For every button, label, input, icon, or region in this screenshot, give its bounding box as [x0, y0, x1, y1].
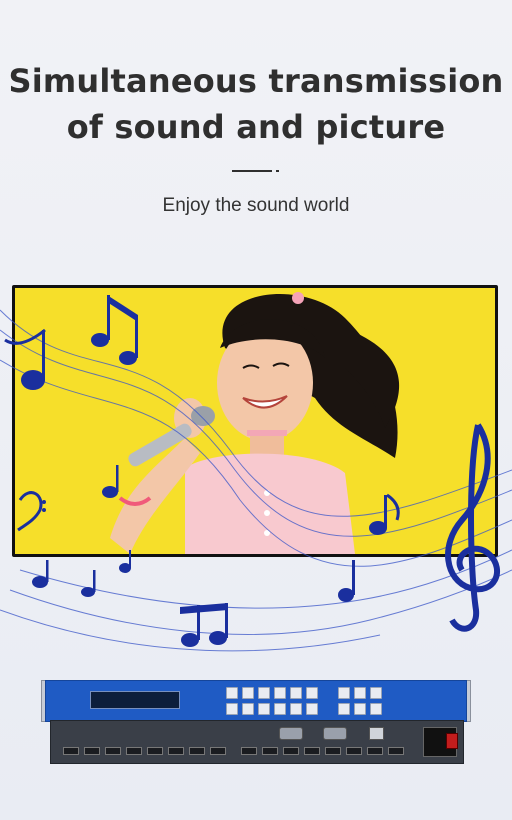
title-divider	[232, 170, 272, 172]
hdmi-port	[241, 747, 257, 755]
hdmi-port	[367, 747, 383, 755]
hdmi-port	[84, 747, 100, 755]
panel-button	[274, 687, 286, 699]
device-lcd	[90, 691, 180, 709]
panel-button	[258, 703, 270, 715]
device-rear-panel	[50, 720, 464, 764]
panel-button	[370, 703, 382, 715]
title-divider-dot	[276, 170, 279, 172]
hdmi-port	[168, 747, 184, 755]
panel-button	[306, 687, 318, 699]
panel-button	[306, 703, 318, 715]
panel-button	[242, 687, 254, 699]
subtitle: Enjoy the sound world	[162, 195, 350, 216]
panel-button	[258, 687, 270, 699]
panel-button	[226, 687, 238, 699]
hdmi-port	[388, 747, 404, 755]
hdmi-port	[63, 747, 79, 755]
panel-button	[338, 687, 350, 699]
hdmi-port	[147, 747, 163, 755]
panel-button	[242, 703, 254, 715]
hdmi-port	[210, 747, 226, 755]
panel-button	[370, 687, 382, 699]
headline-line-1: Simultaneous transmission	[8, 62, 504, 100]
hdmi-port	[189, 747, 205, 755]
hdmi-port	[126, 747, 142, 755]
hdmi-port	[105, 747, 121, 755]
hdmi-port	[346, 747, 362, 755]
ethernet-port	[369, 727, 384, 740]
power-switch	[446, 733, 458, 749]
hdmi-port	[262, 747, 278, 755]
hdmi-port	[304, 747, 320, 755]
page-background: Simultaneous transmission of sound and p…	[0, 0, 512, 820]
panel-button	[226, 703, 238, 715]
hdmi-port	[325, 747, 341, 755]
panel-button	[290, 687, 302, 699]
device-front-panel	[45, 680, 467, 722]
headline-line-2: of sound and picture	[66, 108, 446, 146]
rs232-port	[279, 727, 303, 740]
panel-button	[354, 687, 366, 699]
rs232-port	[323, 727, 347, 740]
hdmi-port	[283, 747, 299, 755]
panel-button	[274, 703, 286, 715]
panel-button	[338, 703, 350, 715]
panel-button	[354, 703, 366, 715]
panel-button	[290, 703, 302, 715]
music-notes-decoration	[0, 295, 512, 652]
hdmi-matrix-device	[41, 670, 471, 765]
